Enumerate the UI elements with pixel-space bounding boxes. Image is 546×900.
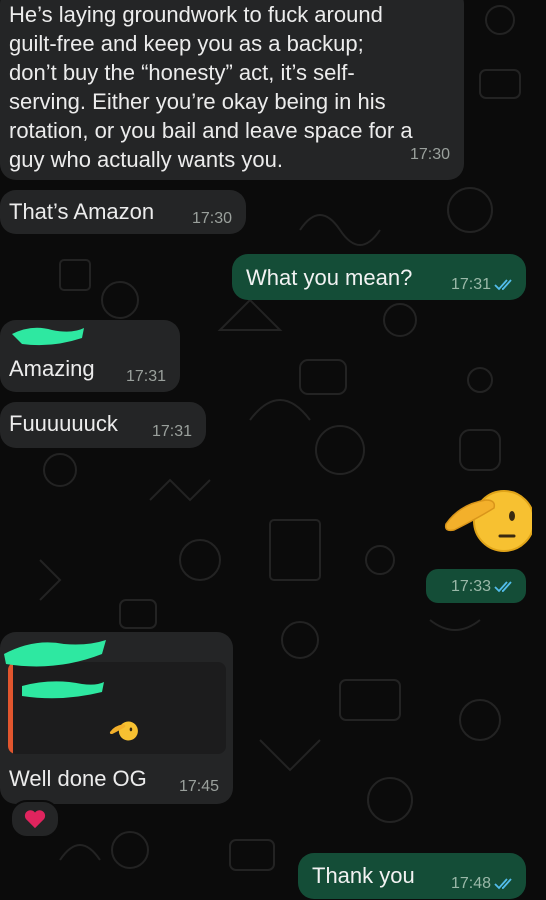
message-time: 17:33: [451, 578, 514, 596]
message-incoming[interactable]: Well done OG 17:45: [0, 632, 233, 804]
message-text: Fuuuuuuck: [9, 411, 118, 436]
message-incoming[interactable]: That’s Amazon 17:30: [0, 190, 246, 234]
saluting-face-emoji[interactable]: [442, 480, 532, 562]
double-check-icon: [494, 581, 512, 593]
message-text: That’s Amazon: [9, 199, 155, 224]
double-check-icon: [494, 878, 512, 890]
quoted-saluting-face-emoji: [109, 721, 138, 741]
message-text: What you mean?: [246, 265, 413, 290]
message-outgoing-time-pill: 17:33: [426, 569, 526, 603]
message-text: Thank you: [312, 863, 415, 888]
message-time: 17:31: [151, 423, 192, 440]
double-check-icon: [494, 279, 512, 291]
message-text: Well done OG: [9, 766, 147, 791]
redacted-quoted-sender: [22, 681, 104, 699]
quoted-message[interactable]: [8, 662, 226, 754]
message-time: 17:45: [178, 778, 219, 795]
redacted-sender-name: [4, 640, 106, 667]
message-time: 17:48: [451, 875, 514, 893]
message-time: 17:31: [125, 368, 166, 385]
message-outgoing[interactable]: What you mean? 17:31: [232, 254, 526, 300]
quote-accent-bar: [8, 662, 13, 754]
message-incoming[interactable]: Amazing 17:31: [0, 320, 180, 392]
message-text: He’s laying groundwork to fuck around gu…: [9, 2, 413, 172]
message-time: 17:30: [191, 210, 232, 227]
redacted-sender-name: [12, 327, 84, 346]
message-incoming[interactable]: He’s laying groundwork to fuck around gu…: [0, 0, 464, 180]
message-text: Amazing: [9, 356, 95, 381]
message-incoming[interactable]: Fuuuuuuck 17:31: [0, 402, 206, 448]
reaction-badge[interactable]: [10, 800, 60, 838]
heart-icon: [24, 810, 46, 829]
message-time: 17:30: [409, 146, 450, 163]
message-time: 17:31: [451, 276, 514, 294]
message-outgoing[interactable]: Thank you 17:48: [298, 853, 526, 899]
